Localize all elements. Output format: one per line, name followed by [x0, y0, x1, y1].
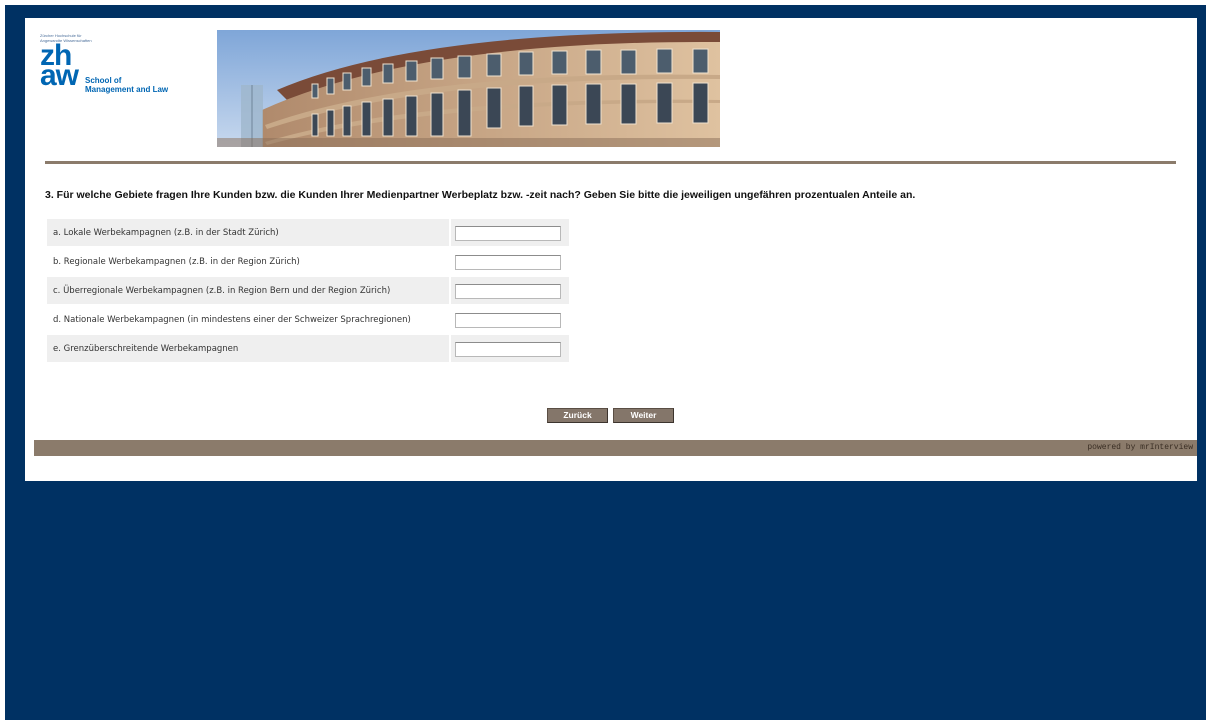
percentage-input[interactable]	[455, 313, 561, 328]
powered-by-text: powered by mrInterview	[1087, 443, 1193, 452]
answer-row-label: e. Grenzüberschreitende Werbekampagnen	[47, 335, 449, 362]
logo-mark-bottom: aw	[40, 59, 79, 92]
answer-row: a. Lokale Werbekampagnen (z.B. in der St…	[47, 219, 569, 246]
footer-bar: powered by mrInterview	[34, 440, 1197, 456]
answer-row-input-cell	[451, 335, 569, 362]
answer-row-label: b. Regionale Werbekampagnen (z.B. in der…	[47, 248, 449, 275]
answer-row: c. Überregionale Werbekampagnen (z.B. in…	[47, 277, 569, 304]
question-text: 3. Für welche Gebiete fragen Ihre Kunden…	[45, 189, 916, 201]
percentage-input[interactable]	[455, 226, 561, 241]
survey-card: Zürcher Hochschule für Angewandte Wissen…	[25, 18, 1197, 481]
answer-row-input-cell	[451, 248, 569, 275]
answer-grid: a. Lokale Werbekampagnen (z.B. in der St…	[45, 217, 571, 364]
percentage-input[interactable]	[455, 342, 561, 357]
header-building-photo	[217, 30, 720, 147]
header-divider	[45, 161, 1176, 164]
answer-row-input-cell	[451, 277, 569, 304]
page-background: Zürcher Hochschule für Angewandte Wissen…	[5, 5, 1206, 720]
back-button[interactable]: Zurück	[547, 408, 608, 423]
answer-row: b. Regionale Werbekampagnen (z.B. in der…	[47, 248, 569, 275]
logo-school-line1: School of	[85, 76, 122, 85]
next-button[interactable]: Weiter	[613, 408, 674, 423]
answer-row-label: c. Überregionale Werbekampagnen (z.B. in…	[47, 277, 449, 304]
percentage-input[interactable]	[455, 284, 561, 299]
answer-row: e. Grenzüberschreitende Werbekampagnen	[47, 335, 569, 362]
answer-row-label: a. Lokale Werbekampagnen (z.B. in der St…	[47, 219, 449, 246]
zhaw-logo: Zürcher Hochschule für Angewandte Wissen…	[40, 33, 200, 103]
answer-row-input-cell	[451, 306, 569, 333]
answer-row-input-cell	[451, 219, 569, 246]
answer-row: d. Nationale Werbekampagnen (in mindeste…	[47, 306, 569, 333]
logo-school-name: School of Management and Law	[85, 76, 168, 94]
logo-school-line2: Management and Law	[85, 85, 169, 94]
answer-row-label: d. Nationale Werbekampagnen (in mindeste…	[47, 306, 449, 333]
percentage-input[interactable]	[455, 255, 561, 270]
